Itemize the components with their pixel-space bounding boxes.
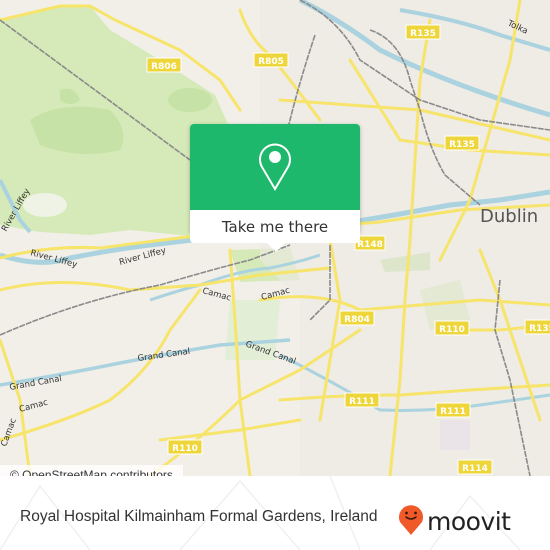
city-label: Dublin (480, 206, 538, 227)
popup-tail (266, 242, 286, 252)
moovit-logo[interactable]: moovit (397, 502, 511, 540)
svg-text:R110: R110 (439, 325, 465, 335)
road-label-r111: R111 (435, 402, 471, 418)
road-label-r805: R805 (253, 52, 289, 68)
water-label-grand-canal: Grand Canal (9, 374, 63, 393)
svg-text:R111: R111 (349, 397, 375, 407)
road-label-r135: R135 (444, 135, 480, 151)
svg-text:R114: R114 (462, 464, 488, 474)
road-label-r135: R135 (405, 24, 441, 40)
water-label-camac: Camac (0, 417, 19, 448)
road-label-r806: R806 (146, 57, 182, 73)
road-label-r110: R110 (167, 439, 203, 455)
svg-text:R135: R135 (410, 29, 436, 39)
water-label-camac: Camac (18, 398, 49, 415)
svg-text:R110: R110 (172, 444, 198, 454)
svg-text:R148: R148 (357, 240, 383, 250)
location-name: Royal Hospital Kilmainham Formal Gardens… (20, 508, 378, 525)
road-label-r114: R114 (457, 459, 493, 475)
road-label-r110: R110 (434, 320, 470, 336)
svg-text:R111: R111 (440, 407, 466, 417)
take-me-there-label: Take me there (221, 217, 329, 236)
water-label-camac: Camac (201, 286, 232, 303)
water-label-grand-canal: Grand Canal (137, 347, 191, 364)
svg-text:R805: R805 (258, 57, 284, 67)
moovit-pin-icon (397, 502, 425, 540)
svg-text:R804: R804 (344, 315, 370, 325)
road-label-r804: R804 (339, 310, 375, 326)
svg-text:R806: R806 (151, 62, 177, 72)
road-label-r111: R111 (344, 392, 380, 408)
road-label-r135: R135 (524, 319, 550, 335)
park-area (168, 88, 212, 112)
location-pin-icon (257, 139, 293, 195)
destination-popup: Take me there (190, 124, 360, 252)
moovit-wordmark: moovit (427, 506, 511, 536)
water-label-river-liffey: River Liffey (29, 248, 78, 270)
attribution-text[interactable]: © OpenStreetMap contributors (10, 465, 173, 476)
svg-text:R135: R135 (449, 140, 475, 150)
map-attribution[interactable]: © OpenStreetMap contributors (0, 465, 183, 476)
take-me-there-button[interactable]: Take me there (190, 210, 360, 243)
popup-header (190, 124, 360, 210)
svg-text:R135: R135 (529, 324, 550, 334)
